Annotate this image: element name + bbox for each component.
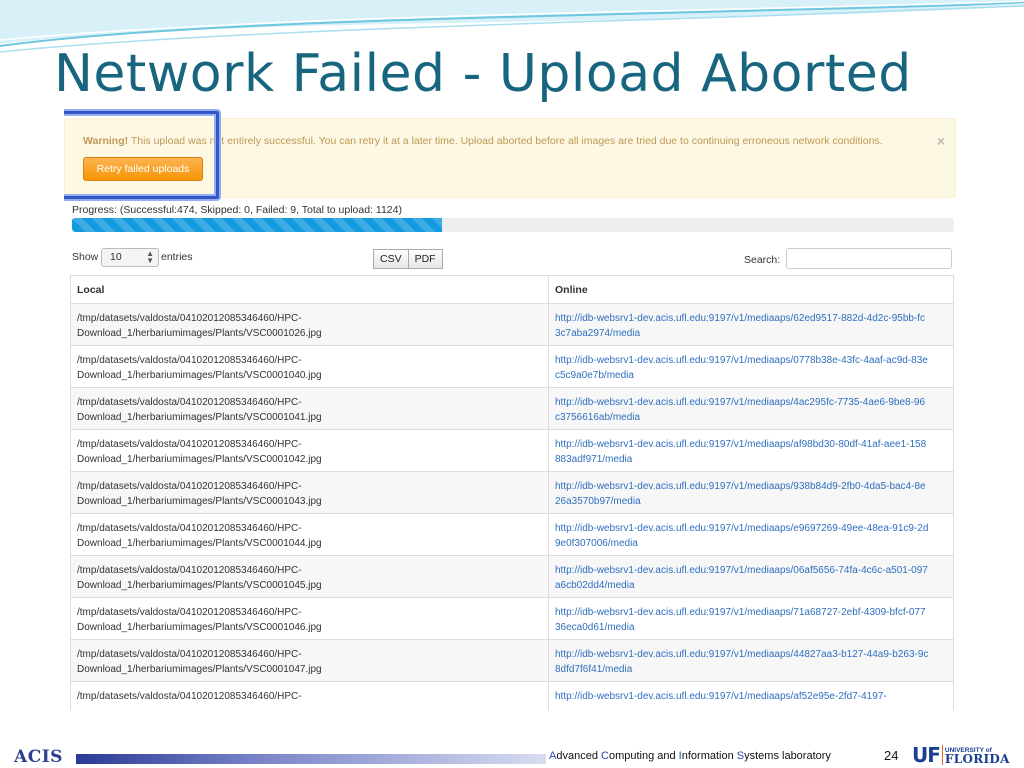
page-number: 24 xyxy=(884,748,899,763)
progress-label: Progress: (Successful:474, Skipped: 0, F… xyxy=(72,204,402,216)
online-url-link[interactable]: http://idb-websrv1-dev.acis.ufl.edu:9197… xyxy=(555,437,930,467)
alert-body: This upload was not entirely successful.… xyxy=(128,135,883,147)
close-icon[interactable]: × xyxy=(937,133,945,149)
page-length-select[interactable]: 10 ▲ ▼ xyxy=(101,248,159,267)
online-url-link[interactable]: http://idb-websrv1-dev.acis.ufl.edu:9197… xyxy=(555,479,930,509)
table-header-row: Local Online xyxy=(70,275,954,304)
lab-name-word: dvanced xyxy=(556,750,601,762)
search-label: Search: xyxy=(744,254,781,266)
table-row: /tmp/datasets/valdosta/04102012085346460… xyxy=(70,681,954,710)
local-path-cell: /tmp/datasets/valdosta/04102012085346460… xyxy=(70,639,549,682)
table-row: /tmp/datasets/valdosta/04102012085346460… xyxy=(70,471,954,514)
table-row: /tmp/datasets/valdosta/04102012085346460… xyxy=(70,513,954,556)
progress-bar xyxy=(72,218,954,232)
table-row: /tmp/datasets/valdosta/04102012085346460… xyxy=(70,555,954,598)
local-path-cell: /tmp/datasets/valdosta/04102012085346460… xyxy=(70,681,549,710)
lab-name-initial: C xyxy=(601,750,609,762)
table-row: /tmp/datasets/valdosta/04102012085346460… xyxy=(70,429,954,472)
csv-button[interactable]: CSV xyxy=(373,249,409,269)
footer-gradient-bar xyxy=(76,754,546,764)
lab-name-initial: S xyxy=(736,750,745,762)
lab-name-word: omputing and xyxy=(608,750,679,762)
slide-title: Network Failed - Upload Aborted xyxy=(54,44,912,104)
local-path-cell: /tmp/datasets/valdosta/04102012085346460… xyxy=(70,513,549,556)
table-row: /tmp/datasets/valdosta/04102012085346460… xyxy=(70,303,954,346)
table-row: /tmp/datasets/valdosta/04102012085346460… xyxy=(70,387,954,430)
table-row: /tmp/datasets/valdosta/04102012085346460… xyxy=(70,639,954,682)
uf-divider xyxy=(941,745,943,765)
table-body: /tmp/datasets/valdosta/04102012085346460… xyxy=(70,303,954,710)
online-url-cell: http://idb-websrv1-dev.acis.ufl.edu:9197… xyxy=(548,345,954,388)
acis-logo: ACIS xyxy=(14,747,63,767)
column-header-local[interactable]: Local xyxy=(70,275,549,304)
updown-arrows-icon: ▲ ▼ xyxy=(146,249,154,265)
online-url-cell: http://idb-websrv1-dev.acis.ufl.edu:9197… xyxy=(548,471,954,514)
show-label: Show xyxy=(72,251,99,263)
local-path-cell: /tmp/datasets/valdosta/04102012085346460… xyxy=(70,555,549,598)
local-path-cell: /tmp/datasets/valdosta/04102012085346460… xyxy=(70,597,549,640)
alert-message: Warning! This upload was not entirely su… xyxy=(83,135,883,147)
table-row: /tmp/datasets/valdosta/04102012085346460… xyxy=(70,345,954,388)
page-length-value: 10 xyxy=(110,251,122,263)
online-url-link[interactable]: http://idb-websrv1-dev.acis.ufl.edu:9197… xyxy=(555,311,930,341)
local-path-cell: /tmp/datasets/valdosta/04102012085346460… xyxy=(70,345,549,388)
online-url-cell: http://idb-websrv1-dev.acis.ufl.edu:9197… xyxy=(548,639,954,682)
uf-mark: UF xyxy=(912,743,941,767)
retry-failed-uploads-button[interactable]: Retry failed uploads xyxy=(83,157,203,181)
progress-fill xyxy=(72,218,443,232)
online-url-cell: http://idb-websrv1-dev.acis.ufl.edu:9197… xyxy=(548,513,954,556)
alert-strong: Warning! xyxy=(83,135,129,147)
column-header-online[interactable]: Online xyxy=(548,275,954,304)
entries-label: entries xyxy=(161,251,193,263)
online-url-cell: http://idb-websrv1-dev.acis.ufl.edu:9197… xyxy=(548,387,954,430)
local-path-cell: /tmp/datasets/valdosta/04102012085346460… xyxy=(70,471,549,514)
lab-name: Advanced Computing and Information Syste… xyxy=(549,750,831,762)
online-url-link[interactable]: http://idb-websrv1-dev.acis.ufl.edu:9197… xyxy=(555,563,930,593)
online-url-link[interactable]: http://idb-websrv1-dev.acis.ufl.edu:9197… xyxy=(555,395,930,425)
online-url-cell: http://idb-websrv1-dev.acis.ufl.edu:9197… xyxy=(548,429,954,472)
warning-alert: Warning! This upload was not entirely su… xyxy=(64,118,956,198)
online-url-link[interactable]: http://idb-websrv1-dev.acis.ufl.edu:9197… xyxy=(555,521,930,551)
pdf-button[interactable]: PDF xyxy=(408,249,443,269)
online-url-link[interactable]: http://idb-websrv1-dev.acis.ufl.edu:9197… xyxy=(555,353,930,383)
uploads-table: Local Online /tmp/datasets/valdosta/0410… xyxy=(70,275,954,710)
local-path-cell: /tmp/datasets/valdosta/04102012085346460… xyxy=(70,303,549,346)
search-input[interactable] xyxy=(786,248,952,269)
uf-wordmark: UNIVERSITY of FLORIDA xyxy=(944,746,1010,766)
lab-name-word: nformation xyxy=(681,750,737,762)
lab-name-word: ystems laboratory xyxy=(744,750,831,762)
local-path-cell: /tmp/datasets/valdosta/04102012085346460… xyxy=(70,387,549,430)
online-url-cell: http://idb-websrv1-dev.acis.ufl.edu:9197… xyxy=(548,555,954,598)
local-path-cell: /tmp/datasets/valdosta/04102012085346460… xyxy=(70,429,549,472)
table-row: /tmp/datasets/valdosta/04102012085346460… xyxy=(70,597,954,640)
online-url-cell: http://idb-websrv1-dev.acis.ufl.edu:9197… xyxy=(548,681,954,710)
online-url-link[interactable]: http://idb-websrv1-dev.acis.ufl.edu:9197… xyxy=(555,689,930,704)
export-buttons: CSV PDF xyxy=(373,249,443,269)
online-url-link[interactable]: http://idb-websrv1-dev.acis.ufl.edu:9197… xyxy=(555,605,930,635)
online-url-cell: http://idb-websrv1-dev.acis.ufl.edu:9197… xyxy=(548,597,954,640)
online-url-link[interactable]: http://idb-websrv1-dev.acis.ufl.edu:9197… xyxy=(555,647,930,677)
uf-logo: UF UNIVERSITY of FLORIDA xyxy=(912,743,1010,767)
uf-florida: FLORIDA xyxy=(944,752,1010,766)
app-screenshot: Warning! This upload was not entirely su… xyxy=(64,108,958,710)
online-url-cell: http://idb-websrv1-dev.acis.ufl.edu:9197… xyxy=(548,303,954,346)
